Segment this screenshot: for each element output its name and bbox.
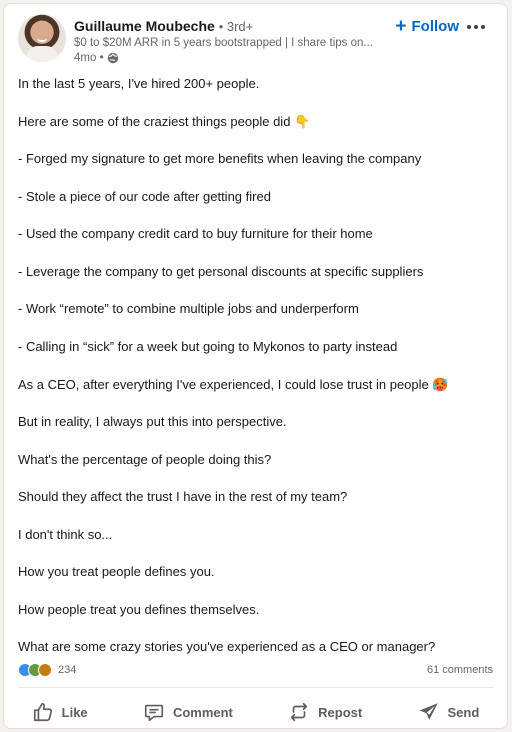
post-paragraph: - Used the company credit card to buy fu… [18,226,373,241]
like-button[interactable]: Like [24,696,96,728]
divider [18,687,493,688]
action-bar: Like Comment Repost Send [4,696,507,728]
author-headline: $0 to $20M ARR in 5 years bootstrapped |… [74,37,373,49]
comments-count[interactable]: 61 comments [427,664,493,676]
post-paragraph: - Leverage the company to get personal d… [18,264,424,279]
connection-degree: • 3rd+ [218,19,254,34]
author-name-row: Guillaume Moubeche • 3rd+ [74,18,253,34]
repost-label: Repost [318,704,363,720]
send-label: Send [447,704,480,720]
post-paragraph: - Forged my signature to get more benefi… [18,151,422,166]
post-time: 4mo • [74,52,104,64]
send-button[interactable]: Send [410,696,488,728]
follow-button[interactable]: + Follow [395,16,460,37]
avatar-shirt [26,46,58,62]
post-paragraph: As a CEO, after everything I've experien… [18,377,449,392]
thumbs-up-icon [33,702,52,722]
post-paragraph: - Work “remote” to combine multiple jobs… [18,301,359,316]
repost-icon [291,702,308,722]
post-paragraph: Should they affect the trust I have in t… [18,489,348,504]
reactions-summary[interactable] [18,663,52,677]
post-paragraph: Here are some of the craziest things peo… [18,114,311,129]
comment-label: Comment [172,704,233,720]
post-paragraph: How people treat you defines themselves. [18,602,260,617]
reaction-count[interactable]: 234 [58,664,76,676]
author-name[interactable]: Guillaume Moubeche [74,18,215,34]
like-label: Like [61,704,88,720]
post-meta: 4mo • [74,52,119,64]
post-paragraph: But in reality, I always put this into p… [18,414,287,429]
send-icon [419,703,438,720]
author-avatar[interactable] [18,14,66,62]
social-counts: 234 61 comments [18,661,493,679]
plus-icon: + [395,16,407,37]
post-paragraph: I don't think so... [18,527,113,542]
repost-button[interactable]: Repost [280,696,370,728]
comment-button[interactable]: Comment [135,696,241,728]
post-header: Guillaume Moubeche • 3rd+ $0 to $20M ARR… [18,14,495,70]
globe-icon [107,52,118,64]
love-icon [38,663,52,677]
post-paragraph: How you treat people defines you. [18,564,215,579]
more-options-icon[interactable] [467,20,491,34]
post-card: Guillaume Moubeche • 3rd+ $0 to $20M ARR… [3,3,508,729]
post-paragraph: What's the percentage of people doing th… [18,452,272,467]
avatar-smile [37,38,47,42]
post-paragraph: - Stole a piece of our code after gettin… [18,189,271,204]
post-paragraph: - Calling in “sick” for a week but going… [18,339,398,354]
follow-label: Follow [411,18,460,35]
post-paragraph: What are some crazy stories you've exper… [18,639,436,654]
post-paragraph: In the last 5 years, I've hired 200+ peo… [18,76,260,91]
comment-icon [144,704,164,722]
